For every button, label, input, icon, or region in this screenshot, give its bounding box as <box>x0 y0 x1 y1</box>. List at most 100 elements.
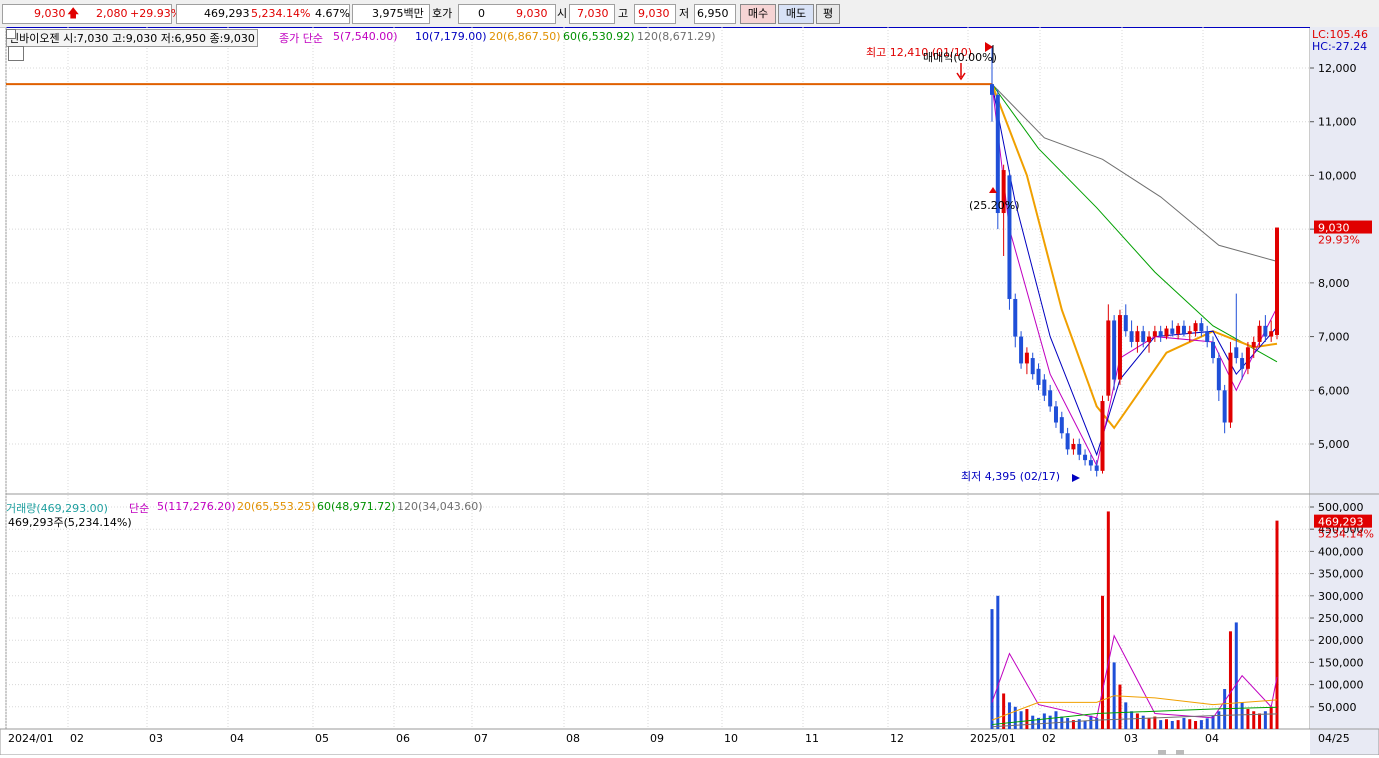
candle-body[interactable] <box>1228 352 1233 423</box>
candle-body[interactable] <box>1123 315 1128 332</box>
candle-body[interactable] <box>1042 379 1047 396</box>
candle-body[interactable] <box>1170 328 1175 334</box>
candle-body[interactable] <box>1176 325 1181 334</box>
volume-bar[interactable] <box>1252 711 1256 729</box>
candle-body[interactable] <box>1065 433 1070 450</box>
candle-body[interactable] <box>1152 331 1157 337</box>
candle-body[interactable] <box>1030 358 1035 375</box>
candle-body[interactable] <box>1088 460 1093 466</box>
candle-body[interactable] <box>1147 336 1152 342</box>
candle-body[interactable] <box>1216 358 1221 391</box>
candle-body[interactable] <box>1071 444 1076 450</box>
volume-bar[interactable] <box>1205 718 1209 729</box>
candle-body[interactable] <box>1112 320 1117 380</box>
volume-bar[interactable] <box>1095 717 1099 729</box>
legend-toggle-icon[interactable] <box>6 29 16 39</box>
scroll-right-icon[interactable] <box>1176 750 1184 755</box>
volume-bar[interactable] <box>1234 622 1238 729</box>
candle-body[interactable] <box>1158 331 1163 337</box>
table-grid-icon[interactable] <box>8 46 24 61</box>
candle-body[interactable] <box>1251 341 1256 348</box>
chart-canvas[interactable]: 2024/01 02 03 04 05 06 07 08 09 10 11 12 2025/01 02 03… <box>0 26 1379 756</box>
candle-body[interactable] <box>1211 341 1216 359</box>
candle-body[interactable] <box>1234 347 1239 359</box>
buy-button[interactable]: 매수 <box>740 4 776 24</box>
volume-bar[interactable] <box>1199 720 1203 729</box>
scroll-left-icon[interactable] <box>1158 750 1166 755</box>
volume-bar[interactable] <box>1176 720 1180 729</box>
volume-bar[interactable] <box>1194 721 1198 729</box>
volume-bar[interactable] <box>1135 713 1139 729</box>
candle-body[interactable] <box>1053 406 1058 423</box>
stock-chart[interactable]: 2024/01 02 03 04 05 06 07 08 09 10 11 12 2025/01 02 03… <box>0 26 1379 756</box>
volume-bar[interactable] <box>1269 706 1273 729</box>
candle-body[interactable] <box>1193 323 1198 332</box>
volume-bar[interactable] <box>1188 719 1192 729</box>
candle-body[interactable] <box>1024 352 1029 364</box>
volume-bar[interactable] <box>1217 711 1221 729</box>
candle-body[interactable] <box>1240 358 1245 369</box>
volume-bar[interactable] <box>1182 717 1186 729</box>
volume-bar[interactable] <box>1042 713 1046 729</box>
volume-bar[interactable] <box>1147 717 1151 729</box>
candle-body[interactable] <box>1059 417 1064 434</box>
candle-body[interactable] <box>1106 320 1111 396</box>
price-change: 2,080 <box>96 7 128 20</box>
volume-bar[interactable] <box>1083 721 1087 729</box>
candle-body[interactable] <box>1007 175 1012 299</box>
volume-bar[interactable] <box>1170 721 1174 729</box>
candle-body[interactable] <box>995 94 1000 214</box>
candle-body[interactable] <box>1164 328 1169 337</box>
volume-bar[interactable] <box>1048 715 1052 729</box>
volume-bar[interactable] <box>996 595 1000 729</box>
eval-button[interactable]: 평 <box>816 4 840 24</box>
low-label: 저 <box>679 7 690 20</box>
volume-bar[interactable] <box>1141 715 1145 729</box>
volume-bar[interactable] <box>1258 713 1262 729</box>
candle-body[interactable] <box>1181 325 1186 334</box>
candle-body[interactable] <box>1141 331 1146 342</box>
candle-body[interactable] <box>1100 401 1105 471</box>
candle-body[interactable] <box>1036 368 1041 385</box>
volume-bar[interactable] <box>1118 684 1122 729</box>
candle-body[interactable] <box>1077 444 1082 455</box>
candle-body[interactable] <box>1013 298 1018 337</box>
candle-body[interactable] <box>1083 454 1088 461</box>
candle-body[interactable] <box>1269 331 1274 337</box>
volume-bar[interactable] <box>990 609 994 729</box>
candle-body[interactable] <box>1117 315 1122 380</box>
volume-bar[interactable] <box>1240 702 1244 729</box>
candle-body[interactable] <box>1263 325 1268 337</box>
volume-bar[interactable] <box>1164 719 1168 729</box>
volume-bar[interactable] <box>1106 511 1110 729</box>
volume-bar[interactable] <box>1275 520 1279 729</box>
legend-vol-ma120: 120(34,043.60) <box>397 500 483 513</box>
candle-body[interactable] <box>1205 331 1210 342</box>
candle-body[interactable] <box>1199 323 1204 332</box>
sell-button[interactable]: 매도 <box>778 4 814 24</box>
volume-bar[interactable] <box>1124 702 1128 729</box>
candle-body[interactable] <box>1129 331 1134 342</box>
candle-body[interactable] <box>1135 331 1140 342</box>
volume-bar[interactable] <box>1019 711 1023 729</box>
volume-bar[interactable] <box>1007 702 1011 729</box>
volume-bar[interactable] <box>1101 595 1105 729</box>
candle-body[interactable] <box>1257 325 1262 342</box>
candle-body[interactable] <box>1222 390 1227 423</box>
candle-body[interactable] <box>1275 227 1279 335</box>
volume-bar[interactable] <box>1031 715 1035 729</box>
candle-body[interactable] <box>1019 336 1024 364</box>
volume-bar[interactable] <box>1130 711 1134 729</box>
volume-bar[interactable] <box>1159 720 1163 729</box>
volume-bar[interactable] <box>1066 717 1070 729</box>
volume-bar[interactable] <box>1025 709 1029 729</box>
candle-body[interactable] <box>1187 331 1192 334</box>
volume-bar[interactable] <box>1246 709 1250 729</box>
candle-body[interactable] <box>1094 465 1099 471</box>
candle-body[interactable] <box>990 84 994 95</box>
volume-bar[interactable] <box>1054 711 1058 729</box>
volume-bar[interactable] <box>1228 631 1232 729</box>
candle-body[interactable] <box>1245 347 1250 369</box>
volume-bar[interactable] <box>1089 715 1093 729</box>
candle-body[interactable] <box>1048 390 1053 407</box>
